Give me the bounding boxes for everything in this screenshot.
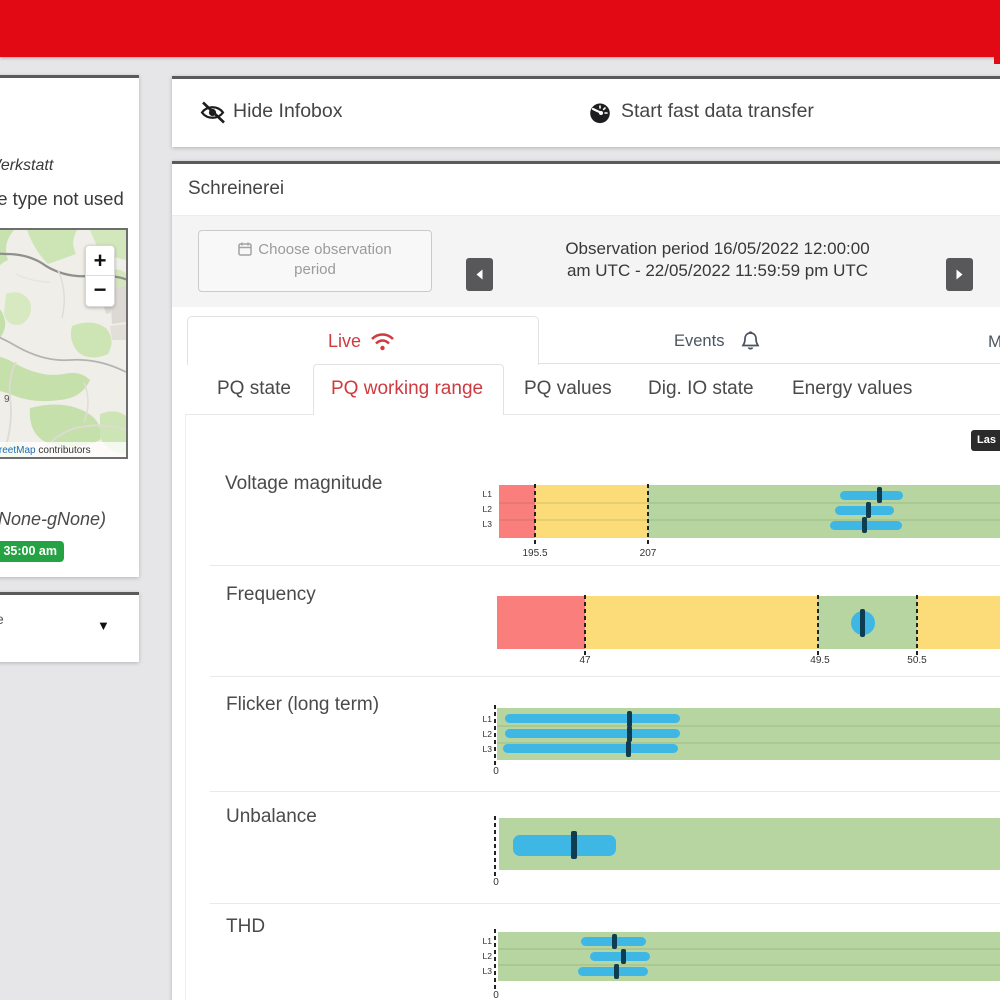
svg-text:OpenStreetMap contributors: OpenStreetMap contributors [0, 445, 91, 456]
svg-text:9: 9 [4, 394, 10, 405]
